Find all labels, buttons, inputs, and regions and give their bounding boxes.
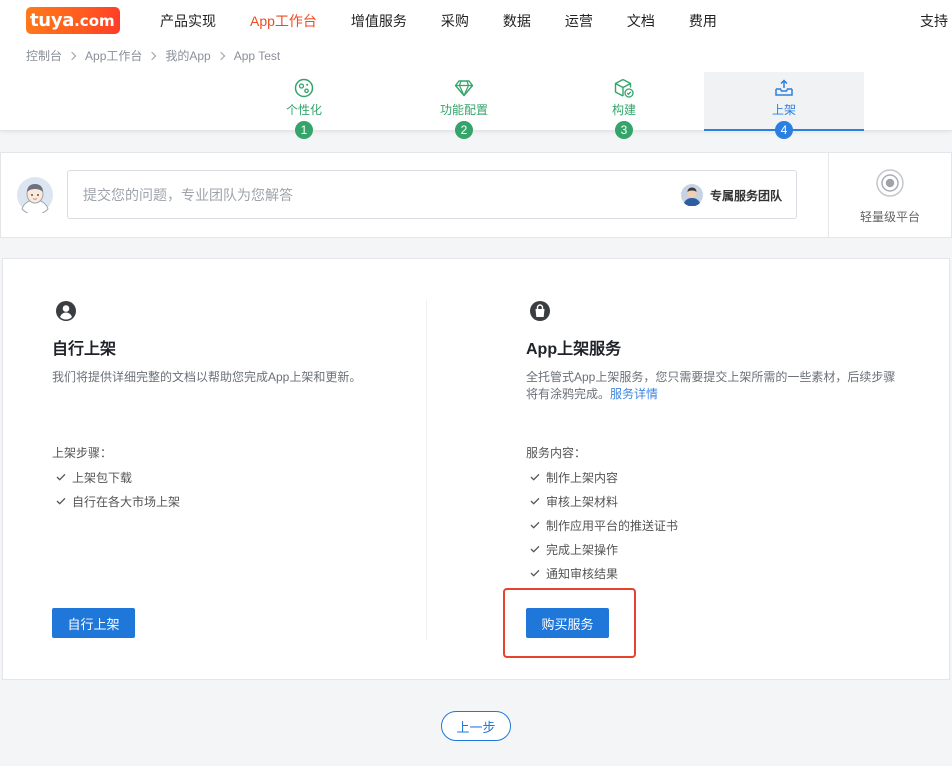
lite-platform-label: 轻量级平台 [859,210,920,224]
breadcrumb-item-current: App Test [233,49,281,63]
box-check-icon [614,78,634,98]
question-panel: 专属服务团队 轻量级平台 [0,152,952,238]
lite-platform-option[interactable]: 轻量级平台 [829,153,951,237]
option-title: 自行上架 [52,341,117,358]
option-title: App上架服务 [526,341,622,358]
user-circle-icon [55,300,77,322]
tuya-logo[interactable]: tuya.com [26,7,120,34]
previous-step-button[interactable]: 上一步 [441,711,511,741]
palette-icon [294,78,314,98]
main-menu: 产品实现 App工作台 增值服务 采购 数据 运营 文档 费用 [160,12,717,30]
step-publish[interactable]: 上架 4 [704,72,864,139]
step-build[interactable]: 构建 3 [544,72,704,139]
breadcrumb-item-my-app[interactable]: 我的App [165,49,210,63]
step-personalize[interactable]: 个性化 1 [224,72,384,139]
shopping-bag-icon [529,300,551,322]
chevron-right-icon [67,51,77,61]
nav-item-docs[interactable]: 文档 [627,12,655,30]
list-item-text: 制作应用平台的推送证书 [546,518,679,533]
list-item: 制作应用平台的推送证书 [526,513,678,537]
option-description-text: 我们将提供详细完整的文档以帮助您完成App上架和更新。 [52,370,362,384]
option-list-title: 上架步骤： [52,446,113,460]
team-avatar-icon [681,184,703,206]
step-label: 功能配置 [439,103,488,117]
check-icon [530,569,540,577]
nav-item-support[interactable]: 支持 [920,12,948,30]
question-input-box[interactable]: 专属服务团队 [67,170,797,219]
nav-item-app-workbench[interactable]: App工作台 [250,12,317,30]
check-icon [530,521,540,529]
option-description-text: 全托管式App上架服务，您只需要提交上架所需的一些素材，后续步骤将有涂鸦完成。 [526,370,896,401]
nav-item-purchase[interactable]: 采购 [441,12,469,30]
breadcrumb-item-app-workbench[interactable]: App工作台 [85,49,142,63]
chevron-right-icon [216,51,225,61]
check-icon [56,497,66,505]
option-checklist: 制作上架内容 审核上架材料 制作应用平台的推送证书 完成上架操作 通知审核结果 [526,465,678,585]
option-description: 我们将提供详细完整的文档以帮助您完成App上架和更新。 [52,369,361,386]
list-item-text: 通知审核结果 [546,566,619,581]
check-icon [530,497,540,505]
breadcrumb-item-console[interactable]: 控制台 [26,49,62,63]
diamond-icon [454,78,474,98]
check-icon [56,473,66,481]
list-item: 通知审核结果 [526,561,678,585]
column-divider [426,300,427,640]
nav-item-value-added[interactable]: 增值服务 [351,12,407,30]
option-list-title: 服务内容： [526,446,587,460]
breadcrumb: 控制台 App工作台 我的App App Test [26,49,280,63]
list-item-text: 制作上架内容 [546,470,619,485]
list-item: 完成上架操作 [526,537,678,561]
top-navigation: tuya.com 产品实现 App工作台 增值服务 采购 数据 运营 文档 费用… [0,0,952,42]
upload-icon [774,78,794,98]
service-team-button[interactable]: 专属服务团队 [681,183,782,207]
publish-options-panel: 自行上架 我们将提供详细完整的文档以帮助您完成App上架和更新。 上架步骤： 上… [2,258,950,680]
check-icon [530,473,540,481]
service-team-label: 专属服务团队 [710,188,783,203]
list-item-text: 自行在各大市场上架 [72,494,181,509]
step-label: 上架 [771,103,796,117]
self-publish-option: 自行上架 我们将提供详细完整的文档以帮助您完成App上架和更新。 上架步骤： 上… [52,259,412,679]
check-icon [530,545,540,553]
target-icon [875,168,905,198]
step-number-badge: 2 [455,121,473,139]
user-avatar-icon [17,177,53,213]
list-item: 自行在各大市场上架 [52,489,180,513]
step-label: 个性化 [285,103,322,117]
step-number-badge: 1 [295,121,313,139]
option-checklist: 上架包下载 自行在各大市场上架 [52,465,180,513]
list-item-text: 上架包下载 [72,470,133,485]
service-details-link[interactable]: 服务详情 [610,387,658,401]
list-item: 制作上架内容 [526,465,678,489]
list-item: 审核上架材料 [526,489,678,513]
buy-service-button[interactable]: 购买服务 [526,608,609,638]
nav-item-product[interactable]: 产品实现 [160,12,216,30]
publish-service-option: App上架服务 全托管式App上架服务，您只需要提交上架所需的一些素材，后续步骤… [526,259,906,679]
chevron-right-icon [148,51,157,61]
step-number-badge: 3 [615,121,633,139]
option-description: 全托管式App上架服务，您只需要提交上架所需的一些素材，后续步骤将有涂鸦完成。服… [526,369,898,403]
logo-suffix: .com [74,12,115,30]
nav-item-operations[interactable]: 运营 [565,12,593,30]
step-feature-config[interactable]: 功能配置 2 [384,72,544,139]
list-item-text: 完成上架操作 [546,542,619,557]
list-item: 上架包下载 [52,465,180,489]
question-input[interactable] [83,171,673,218]
step-progress: 个性化 1 功能配置 2 构建 3 上架 4 [224,72,864,139]
step-number-badge: 4 [775,121,793,139]
self-publish-button[interactable]: 自行上架 [52,608,135,638]
nav-item-billing[interactable]: 费用 [689,12,717,30]
logo-name: tuya [30,10,75,31]
step-label: 构建 [611,103,636,117]
list-item-text: 审核上架材料 [546,494,619,509]
nav-item-data[interactable]: 数据 [503,12,531,30]
